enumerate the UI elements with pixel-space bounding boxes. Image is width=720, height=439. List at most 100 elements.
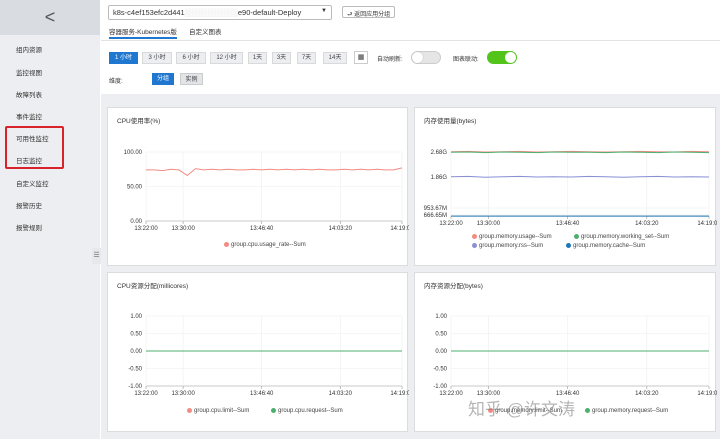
legend-item: group.cpu.request--Sum <box>271 408 343 414</box>
x-tick-label: 13:46:40 <box>556 221 580 227</box>
range-6h[interactable]: 6 小时 <box>176 52 206 64</box>
deployment-select[interactable]: k8s-c4ef153efc2d441░░░░░░░░░░e90-default… <box>108 5 332 20</box>
legend-swatch <box>472 243 477 248</box>
deploy-name: k8s-c4ef153efc2d441 <box>113 8 185 17</box>
legend-swatch <box>472 234 477 239</box>
legend-swatch <box>585 408 590 413</box>
tab-kubernetes[interactable]: 容器服务-Kubernetes版 <box>109 26 177 39</box>
sidebar-item-event-monitor[interactable]: 事件监控 <box>16 111 42 121</box>
dim-group-button[interactable]: 分组 <box>152 73 174 85</box>
back-to-group-button[interactable]: ⮐ 返回应用分组 <box>342 6 396 18</box>
cpu-alloc-chart: 1.00 0.50 0.00 -0.50 -1.0013:22:00 13:30:00 13… <box>128 314 409 397</box>
legend-item: group.memory.request--Sum <box>585 408 668 414</box>
y-tick-label: 0.50 <box>130 332 142 338</box>
x-tick-label: 13:22:00 <box>134 226 158 232</box>
range-14d[interactable]: 14天 <box>323 52 347 64</box>
legend-item: group.memory.working_set--Sum <box>574 234 669 240</box>
dim-instance-button[interactable]: 实例 <box>180 73 203 85</box>
watermark: 知乎 @许文涛 <box>468 400 575 419</box>
legend-label: group.memory.working_set--Sum <box>581 234 670 241</box>
range-12h[interactable]: 12 小时 <box>210 52 243 64</box>
y-tick-label: 0.00 <box>435 349 447 355</box>
auto-refresh-toggle[interactable] <box>411 51 441 64</box>
sidebar-item-fault-list[interactable]: 故障列表 <box>16 89 42 99</box>
y-tick-label: 100.00 <box>124 150 143 156</box>
y-tick-label: 1.86G <box>431 175 448 181</box>
range-1h[interactable]: 1 小时 <box>109 52 138 64</box>
x-tick-label: 14:19:00 <box>390 391 409 397</box>
x-tick-label: 13:30:00 <box>171 226 195 232</box>
main-content: k8s-c4ef153efc2d441░░░░░░░░░░e90-default… <box>101 0 720 439</box>
x-tick-label: 14:03:20 <box>329 226 353 232</box>
range-3d[interactable]: 3天 <box>272 52 291 64</box>
x-tick-label: 13:22:00 <box>439 391 463 397</box>
sidebar-item-alarm-history[interactable]: 报警历史 <box>16 200 42 210</box>
masked-segment: ░░░░░░░░░░ <box>184 8 238 17</box>
legend-swatch <box>224 242 229 247</box>
memory-usage-panel: 内存使用量(bytes) 2.68G 1.86G 953.67M 666.65M 13:… <box>414 107 717 266</box>
legend-label: group.cpu.request--Sum <box>278 408 343 415</box>
y-tick-label: 0.00 <box>130 219 142 225</box>
y-tick-label: 1.00 <box>130 314 142 320</box>
auto-refresh-label: 自动刷新: <box>377 57 403 63</box>
x-tick-label: 14:19:00 <box>697 221 717 227</box>
y-tick-label: -1.00 <box>128 384 142 390</box>
range-7d[interactable]: 7天 <box>297 52 316 64</box>
chart-link-label: 图表联动: <box>453 57 479 63</box>
legend-label: group.cpu.usage_rate--Sum <box>231 242 306 249</box>
tab-divider <box>101 40 720 41</box>
legend-swatch <box>187 408 192 413</box>
tab-custom-charts[interactable]: 自定义图表 <box>189 26 222 39</box>
y-tick-label: -0.50 <box>433 367 447 373</box>
legend-label: group.memory.request--Sum <box>592 408 669 415</box>
y-tick-label: 50.00 <box>127 185 143 191</box>
y-tick-label: 0.50 <box>435 332 447 338</box>
deploy-tail: e90-default-Deploy <box>237 8 302 17</box>
legend-item: group.memory.rss--Sum <box>472 243 543 249</box>
x-tick-label: 13:46:40 <box>250 226 274 232</box>
legend-item: group.memory.usage--Sum <box>472 234 552 240</box>
x-tick-label: 14:03:20 <box>635 391 659 397</box>
y-tick-label: -0.50 <box>128 367 142 373</box>
collapse-handle-icon[interactable]: ☰ <box>92 248 101 264</box>
x-tick-label: 13:22:00 <box>439 221 463 227</box>
x-tick-label: 14:19:00 <box>697 391 717 397</box>
x-tick-label: 14:03:20 <box>329 391 353 397</box>
range-3h[interactable]: 3 小时 <box>142 52 172 64</box>
legend-swatch <box>566 243 571 248</box>
sidebar-item-alarm-rules[interactable]: 报警规则 <box>16 222 42 232</box>
legend-item: group.cpu.limit--Sum <box>187 408 249 414</box>
legend-label: group.memory.rss--Sum <box>479 243 544 250</box>
y-tick-label: -1.00 <box>433 384 447 390</box>
legend-label: group.cpu.limit--Sum <box>194 408 250 415</box>
x-tick-label: 13:46:40 <box>250 391 274 397</box>
highlight-box <box>5 126 64 169</box>
calendar-icon[interactable]: ▦ <box>354 51 368 64</box>
sidebar-item-monitor-view[interactable]: 监控视图 <box>16 67 42 77</box>
chevron-down-icon: ▼ <box>321 8 327 14</box>
legend-item: group.memory.cache--Sum <box>566 243 645 249</box>
x-tick-label: 13:22:00 <box>134 391 158 397</box>
sidebar-item-custom-monitor[interactable]: 自定义监控 <box>16 178 49 188</box>
legend-item: group.cpu.usage_rate--Sum <box>224 242 306 248</box>
legend-swatch <box>574 234 579 239</box>
cpu-usage-panel: CPU使用率(%) 100.00 50.00 0.00 13:22:00 13:30:0… <box>107 107 409 266</box>
range-1d[interactable]: 1天 <box>248 52 267 64</box>
y-tick-label: 953.67M <box>424 206 447 212</box>
legend-label: group.memory.cache--Sum <box>573 243 646 250</box>
chart-link-toggle[interactable] <box>487 51 517 64</box>
back-button[interactable]: < <box>0 0 100 35</box>
sidebar-item-group-resources[interactable]: 组内资源 <box>16 44 42 54</box>
series-line <box>450 151 710 154</box>
series-line <box>146 167 403 177</box>
x-tick-label: 14:03:20 <box>635 221 659 227</box>
x-tick-label: 13:30:00 <box>477 221 501 227</box>
sidebar: < 组内资源 监控视图 故障列表 事件监控 可用性监控 日志监控 自定义监控 报… <box>0 0 100 439</box>
y-tick-label: 666.65M <box>424 213 447 219</box>
x-tick-label: 14:19:00 <box>390 226 409 232</box>
legend-label: group.memory.usage--Sum <box>479 234 552 241</box>
y-tick-label: 2.68G <box>431 150 448 156</box>
legend-swatch <box>271 408 276 413</box>
dimension-label: 维度: <box>109 79 123 85</box>
x-tick-label: 13:30:00 <box>171 391 195 397</box>
